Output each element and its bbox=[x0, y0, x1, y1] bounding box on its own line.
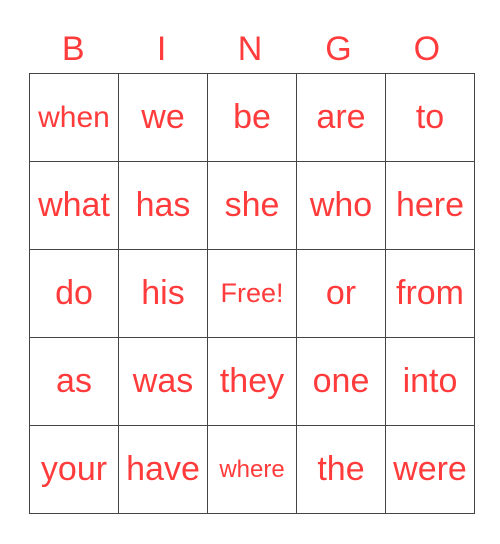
bingo-cell[interactable]: the bbox=[296, 425, 386, 514]
bingo-cell[interactable]: do bbox=[29, 249, 119, 338]
header-letter-i: I bbox=[156, 30, 167, 68]
bingo-cell[interactable]: from bbox=[385, 249, 475, 338]
bingo-cell[interactable]: where bbox=[207, 425, 297, 514]
bingo-cell[interactable]: what bbox=[29, 161, 119, 250]
grid-row: do his Free! or from bbox=[29, 249, 475, 338]
bingo-cell[interactable]: to bbox=[385, 73, 475, 162]
bingo-cell[interactable]: one bbox=[296, 337, 386, 426]
grid-row: when we be are to bbox=[29, 73, 475, 162]
header-letter-o: O bbox=[413, 30, 441, 68]
bingo-cell[interactable]: are bbox=[296, 73, 386, 162]
grid-row: what has she who here bbox=[29, 161, 475, 250]
bingo-cell[interactable]: has bbox=[118, 161, 208, 250]
bingo-cell[interactable]: be bbox=[207, 73, 297, 162]
bingo-cell[interactable]: your bbox=[29, 425, 119, 514]
bingo-header: B I N G O bbox=[29, 26, 471, 72]
bingo-cell[interactable]: they bbox=[207, 337, 297, 426]
bingo-cell[interactable]: into bbox=[385, 337, 475, 426]
bingo-cell[interactable]: have bbox=[118, 425, 208, 514]
header-letter-n: N bbox=[237, 30, 263, 68]
grid-row: your have where the were bbox=[29, 425, 475, 514]
bingo-cell[interactable]: was bbox=[118, 337, 208, 426]
bingo-cell[interactable]: we bbox=[118, 73, 208, 162]
bingo-cell[interactable]: or bbox=[296, 249, 386, 338]
grid-row: as was they one into bbox=[29, 337, 475, 426]
header-letter-b: B bbox=[61, 30, 85, 68]
bingo-grid: when we be are to what has she who here … bbox=[29, 73, 475, 514]
free-space-cell[interactable]: Free! bbox=[207, 249, 297, 338]
bingo-cell[interactable]: as bbox=[29, 337, 119, 426]
bingo-cell[interactable]: when bbox=[29, 73, 119, 162]
header-letter-g: G bbox=[325, 30, 352, 68]
bingo-cell[interactable]: here bbox=[385, 161, 475, 250]
bingo-cell[interactable]: his bbox=[118, 249, 208, 338]
bingo-cell[interactable]: she bbox=[207, 161, 297, 250]
bingo-cell[interactable]: who bbox=[296, 161, 386, 250]
bingo-cell[interactable]: were bbox=[385, 425, 475, 514]
